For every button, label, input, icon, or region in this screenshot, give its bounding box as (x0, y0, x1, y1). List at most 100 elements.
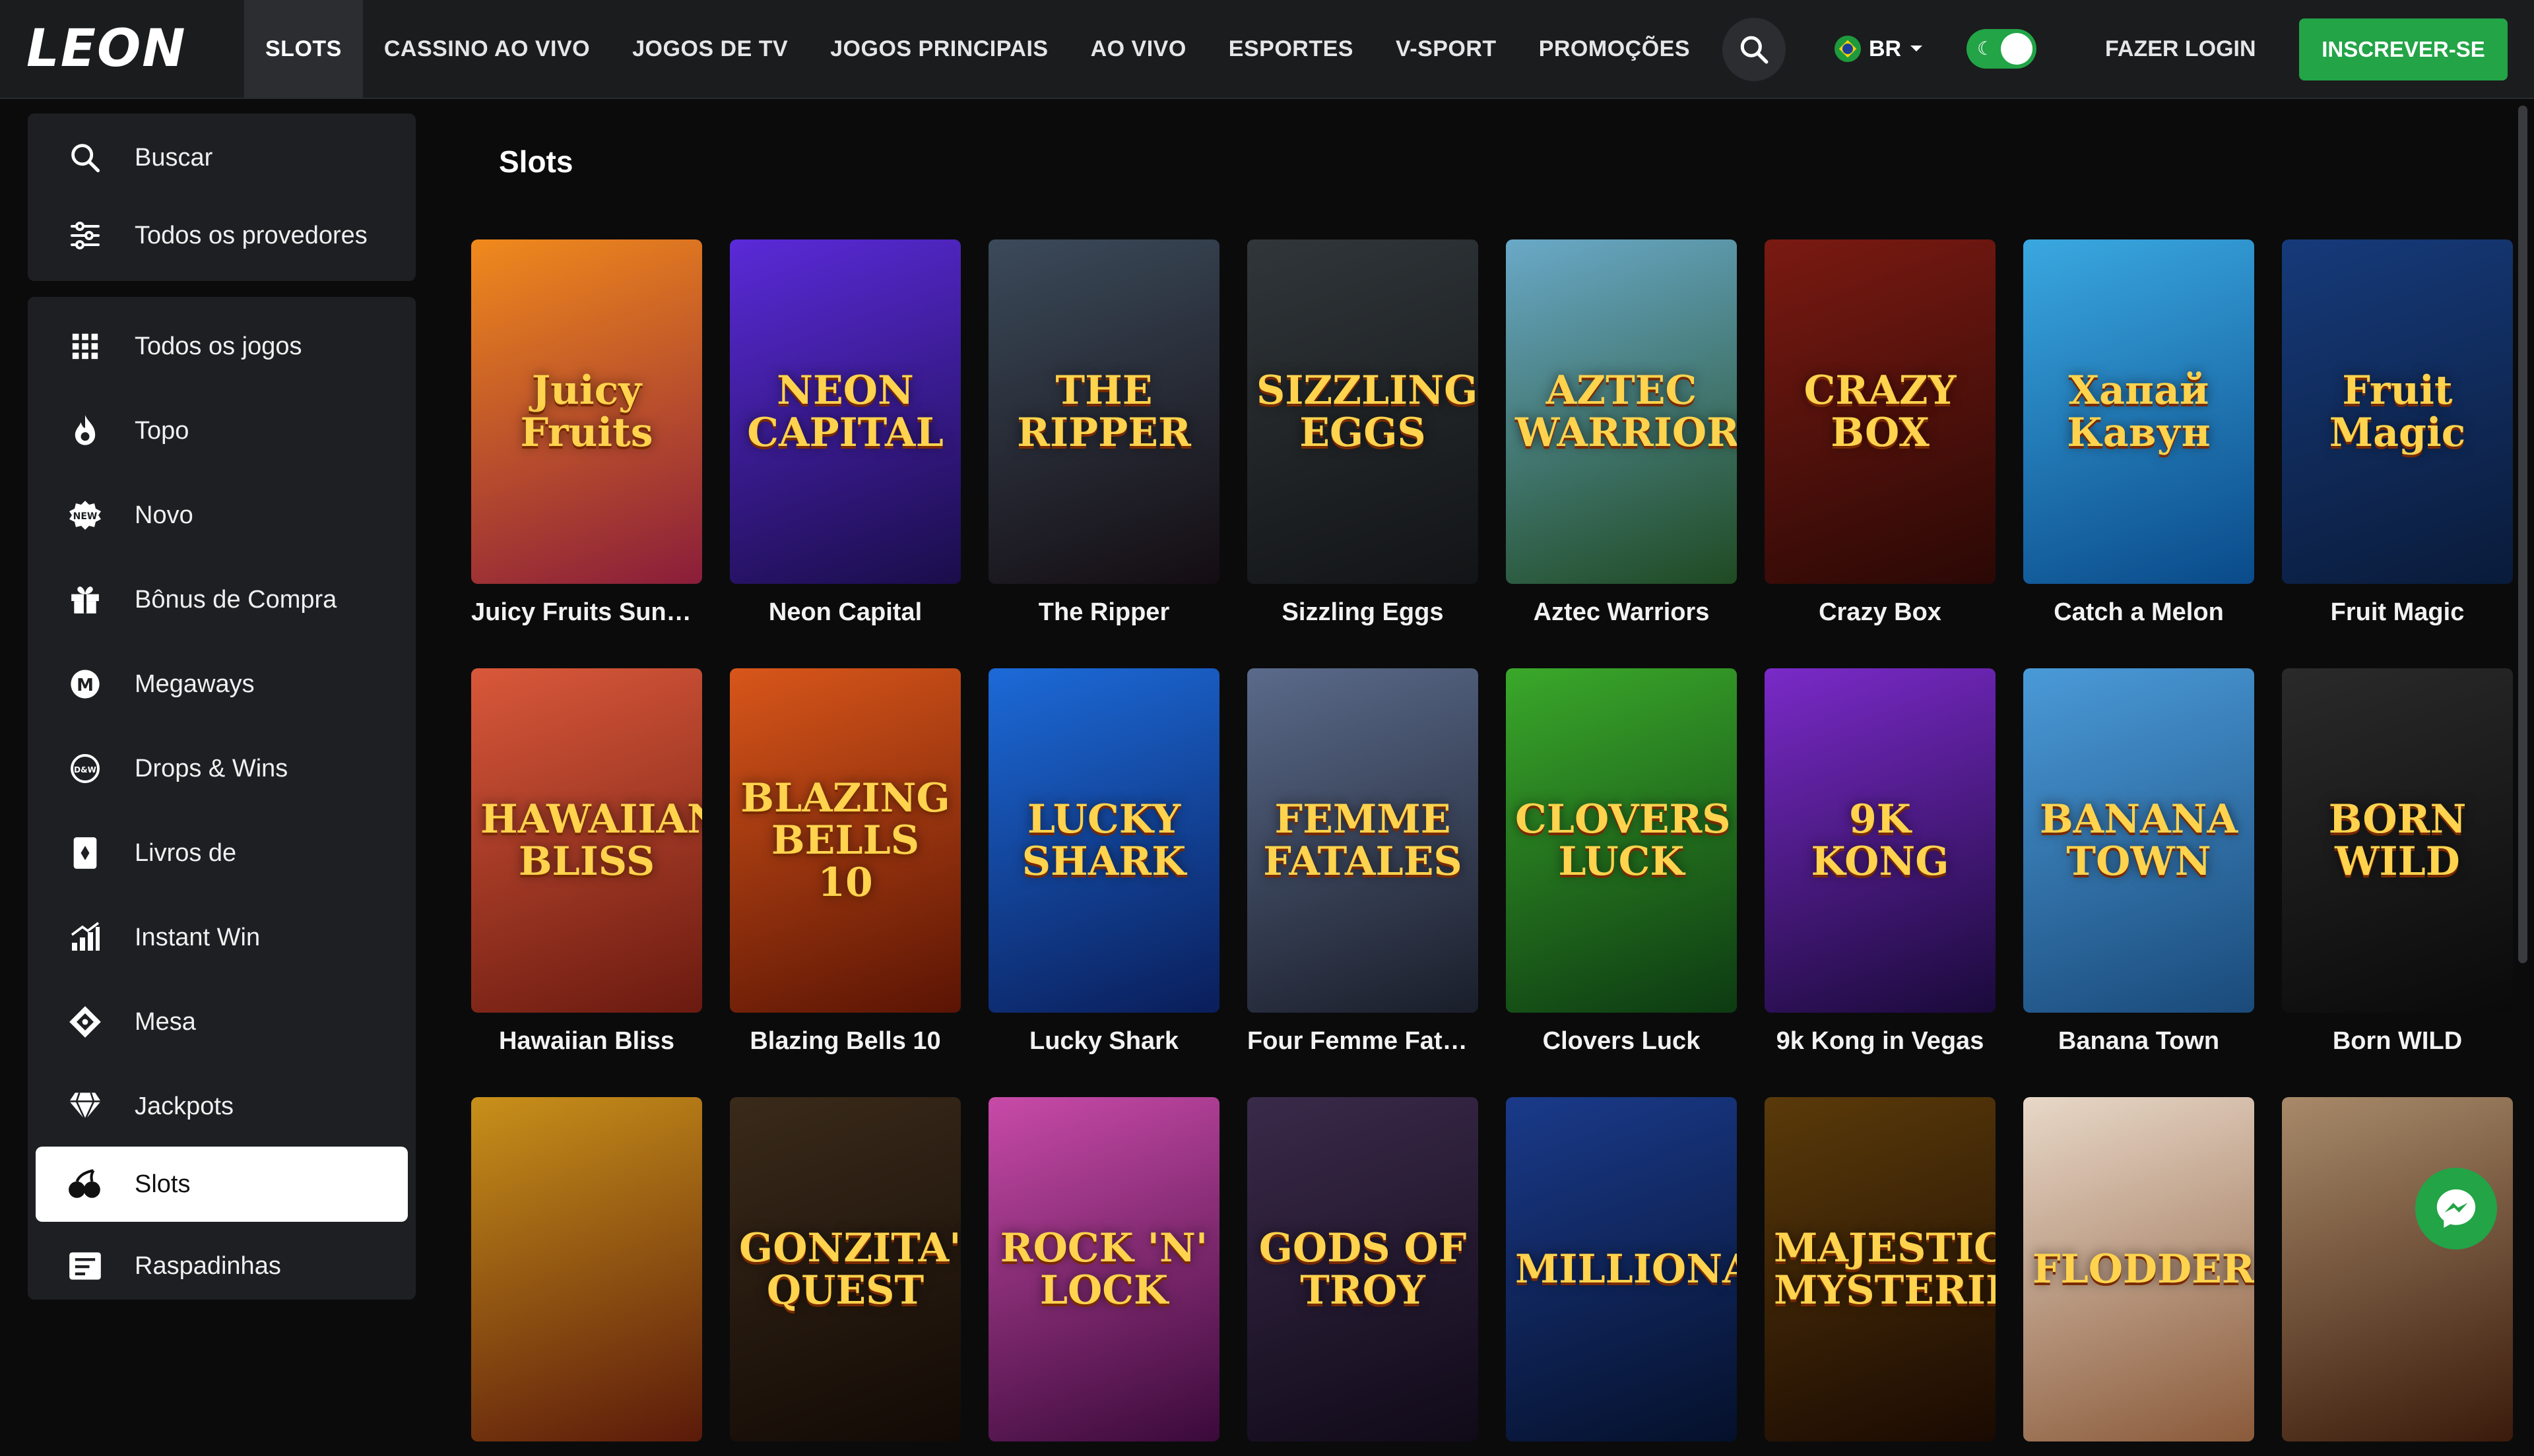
sliders-icon (36, 221, 135, 250)
game-art-title: FEMME FATALES (1263, 796, 1462, 885)
theme-toggle[interactable]: ☾ (1966, 29, 2036, 69)
game-thumbnail[interactable]: MILLIONAIRE (1506, 1097, 1737, 1441)
sidebar-item-label: Instant Win (135, 923, 261, 951)
game-card[interactable]: Хапай Кавун Catch a Melon (2023, 239, 2254, 627)
nav-main-games[interactable]: JOGOS PRINCIPAIS (809, 0, 1069, 98)
sidebar-item-megaways[interactable]: M Megaways (36, 647, 408, 722)
nav-tv-games[interactable]: JOGOS DE TV (611, 0, 809, 98)
game-card[interactable]: HAWAIIAN BLISS Hawaiian Bliss (471, 668, 702, 1056)
game-thumbnail[interactable]: NEON CAPITAL (730, 239, 961, 584)
game-name: Born WILD (2332, 1027, 2463, 1055)
game-thumbnail[interactable]: AZTEC WARRIORS (1506, 239, 1737, 584)
gift-icon (36, 583, 135, 616)
game-card[interactable]: Juicy Fruits Juicy Fruits Sunsh… (471, 239, 702, 627)
sidebar-all-providers-label: Todos os provedores (135, 221, 368, 249)
sidebar-item-new[interactable]: NEW Novo (36, 478, 408, 553)
sidebar-all-providers[interactable]: Todos os provedores (36, 198, 408, 273)
game-card[interactable]: GONZITA'S QUEST (730, 1097, 961, 1456)
game-card[interactable]: THE RIPPER The Ripper (989, 239, 1219, 627)
game-thumbnail[interactable]: BANANA TOWN (2023, 668, 2254, 1013)
game-thumbnail[interactable]: Хапай Кавун (2023, 239, 2254, 584)
sidebar-item-all-games[interactable]: Todos os jogos (36, 309, 408, 384)
game-thumbnail[interactable]: CLOVERS LUCK (1506, 668, 1737, 1013)
nav-sports[interactable]: ESPORTES (1208, 0, 1375, 98)
nav-slots[interactable]: SLOTS (244, 0, 363, 98)
sidebar-item-drops-wins[interactable]: D&W Drops & Wins (36, 731, 408, 806)
sidebar-item-top[interactable]: Topo (36, 393, 408, 468)
game-thumbnail[interactable]: GONZITA'S QUEST (730, 1097, 961, 1441)
game-thumbnail[interactable]: 9K KONG (1765, 668, 1996, 1013)
game-card[interactable]: MAJESTIC MYSTERIES (1765, 1097, 1996, 1456)
game-card[interactable]: FEMME FATALES Four Femme Fatal… (1247, 668, 1478, 1056)
sidebar-item-table[interactable]: Mesa (36, 984, 408, 1060)
game-thumbnail[interactable]: THE RIPPER (989, 239, 1219, 584)
game-art-title: MAJESTIC MYSTERIES (1774, 1225, 1996, 1314)
game-card[interactable]: MILLIONAIRE (1506, 1097, 1737, 1456)
game-thumbnail[interactable]: HAWAIIAN BLISS (471, 668, 702, 1013)
game-thumbnail[interactable]: CRAZY BOX (1765, 239, 1996, 584)
sidebar-item-books[interactable]: Livros de (36, 815, 408, 891)
game-art-title: LUCKY SHARK (1022, 796, 1186, 885)
game-thumbnail[interactable]: FLODDER (2023, 1097, 2254, 1441)
game-card[interactable]: BORN WILD Born WILD (2282, 668, 2513, 1056)
game-card[interactable]: ROCK 'N' LOCK (989, 1097, 1219, 1456)
search-button[interactable] (1722, 18, 1786, 81)
game-thumbnail[interactable]: Juicy Fruits (471, 239, 702, 584)
login-button[interactable]: FAZER LOGIN (2105, 33, 2256, 65)
nav-v-sport[interactable]: V-SPORT (1375, 0, 1518, 98)
scrollbar-thumb[interactable] (2518, 106, 2527, 963)
game-card[interactable]: GODS OF TROY (1247, 1097, 1478, 1456)
game-card[interactable]: Fruit Magic Fruit Magic (2282, 239, 2513, 627)
page-scrollbar[interactable] (2516, 106, 2530, 1284)
scratch-card-icon (36, 1251, 135, 1281)
game-thumbnail[interactable]: ROCK 'N' LOCK (989, 1097, 1219, 1441)
game-card[interactable] (2282, 1097, 2513, 1456)
sidebar-item-slots[interactable]: Slots (36, 1147, 408, 1222)
sidebar-item-instant-win[interactable]: Instant Win (36, 900, 408, 975)
game-thumbnail[interactable]: LUCKY SHARK (989, 668, 1219, 1013)
game-card[interactable]: FLODDER (2023, 1097, 2254, 1456)
game-art-title: Juicy Fruits (520, 367, 653, 456)
main-nav: SLOTS CASSINO AO VIVO JOGOS DE TV JOGOS … (244, 0, 1794, 98)
sidebar-item-label: Topo (135, 416, 189, 445)
nav-live[interactable]: AO VIVO (1070, 0, 1208, 98)
sidebar-search[interactable]: Buscar (36, 120, 408, 195)
top-navigation-bar: LEON SLOTS CASSINO AO VIVO JOGOS DE TV J… (0, 0, 2534, 99)
game-name: Four Femme Fatal… (1247, 1027, 1478, 1055)
game-thumbnail[interactable]: FEMME FATALES (1247, 668, 1478, 1013)
nav-live-casino[interactable]: CASSINO AO VIVO (363, 0, 611, 98)
game-card[interactable]: LUCKY SHARK Lucky Shark (989, 668, 1219, 1056)
game-card[interactable] (471, 1097, 702, 1456)
language-selector[interactable]: BR (1835, 33, 1924, 65)
game-card[interactable]: CLOVERS LUCK Clovers Luck (1506, 668, 1737, 1056)
game-thumbnail[interactable] (2282, 1097, 2513, 1441)
sidebar-item-scratch-cards[interactable]: Raspadinhas (36, 1228, 408, 1304)
game-card[interactable]: 9K KONG 9k Kong in Vegas (1765, 668, 1996, 1056)
game-card[interactable]: SIZZLING EGGS Sizzling Eggs (1247, 239, 1478, 627)
game-card[interactable]: BANANA TOWN Banana Town (2023, 668, 2254, 1056)
game-thumbnail[interactable]: BLAZING BELLS 10 (730, 668, 961, 1013)
game-art-title: Fruit Magic (2329, 367, 2466, 456)
nav-promotions[interactable]: PROMOÇÕES (1518, 0, 1711, 98)
sidebar-item-jackpots[interactable]: Jackpots (36, 1069, 408, 1144)
game-art-title: CRAZY BOX (1803, 367, 1957, 456)
megaways-icon: M (36, 667, 135, 701)
game-thumbnail[interactable]: SIZZLING EGGS (1247, 239, 1478, 584)
chat-button[interactable] (2415, 1168, 2497, 1250)
game-thumbnail[interactable]: Fruit Magic (2282, 239, 2513, 584)
game-card[interactable]: BLAZING BELLS 10 Blazing Bells 10 (730, 668, 961, 1056)
grid-icon (36, 331, 135, 362)
game-card[interactable]: CRAZY BOX Crazy Box (1765, 239, 1996, 627)
game-thumbnail[interactable] (471, 1097, 702, 1441)
messenger-icon (2436, 1189, 2476, 1228)
game-card[interactable]: AZTEC WARRIORS Aztec Warriors (1506, 239, 1737, 627)
game-art-title: HAWAIIAN BLISS (480, 796, 702, 885)
game-card[interactable]: NEON CAPITAL Neon Capital (730, 239, 961, 627)
sidebar-item-bonus-buy[interactable]: Bônus de Compra (36, 562, 408, 637)
game-art-title: ROCK 'N' LOCK (1000, 1225, 1208, 1314)
game-thumbnail[interactable]: BORN WILD (2282, 668, 2513, 1013)
game-thumbnail[interactable]: GODS OF TROY (1247, 1097, 1478, 1441)
game-thumbnail[interactable]: MAJESTIC MYSTERIES (1765, 1097, 1996, 1441)
signup-button[interactable]: INSCREVER-SE (2299, 18, 2508, 80)
leon-logo[interactable]: LEON (26, 22, 187, 75)
